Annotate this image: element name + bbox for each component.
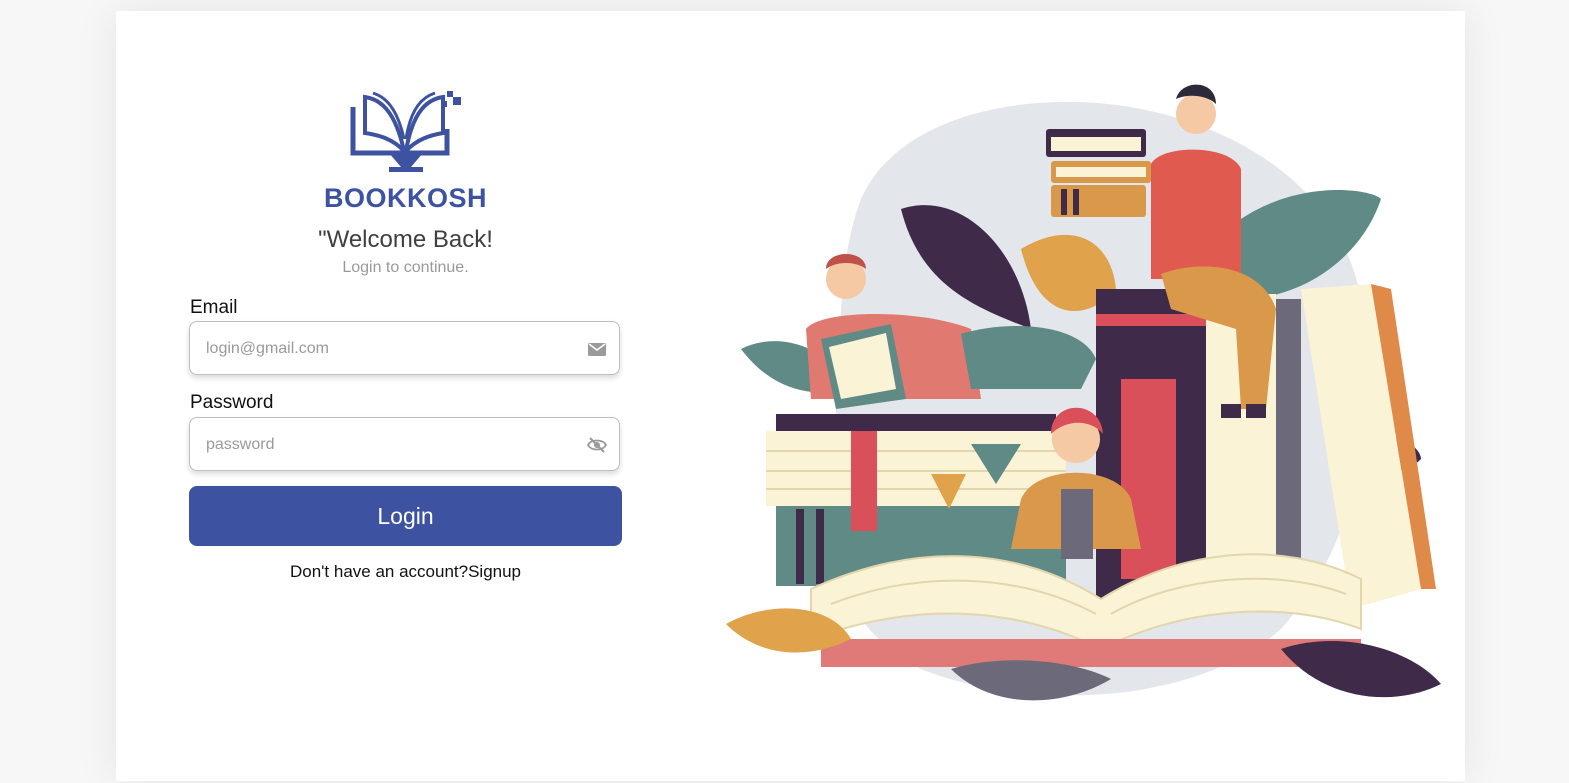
- eye-off-icon[interactable]: [587, 436, 607, 454]
- login-card: BOOKKOSH "Welcome Back! Login to continu…: [116, 11, 1465, 781]
- password-input[interactable]: [204, 418, 578, 472]
- login-panel: BOOKKOSH "Welcome Back! Login to continu…: [189, 11, 622, 781]
- logo: BOOKKOSH: [189, 89, 622, 214]
- welcome-title: "Welcome Back!: [318, 226, 493, 253]
- signup-prompt: Don't have an account?: [289, 562, 469, 581]
- signup-prompt-line: Don't have an account?Signup: [189, 562, 622, 582]
- email-field-wrapper: [189, 321, 620, 376]
- password-field-wrapper: [189, 417, 620, 472]
- book-logo-icon: [350, 91, 461, 172]
- reading-illustration: [726, 84, 1441, 701]
- welcome-subtitle: Login to continue.: [342, 259, 469, 276]
- signup-link[interactable]: Signup: [468, 562, 521, 581]
- mail-icon: [588, 343, 606, 356]
- email-label: Email: [190, 297, 238, 318]
- password-label: Password: [190, 392, 274, 413]
- email-input[interactable]: [204, 322, 578, 376]
- login-button[interactable]: Login: [189, 486, 622, 546]
- brand-name: BOOKKOSH: [323, 183, 487, 213]
